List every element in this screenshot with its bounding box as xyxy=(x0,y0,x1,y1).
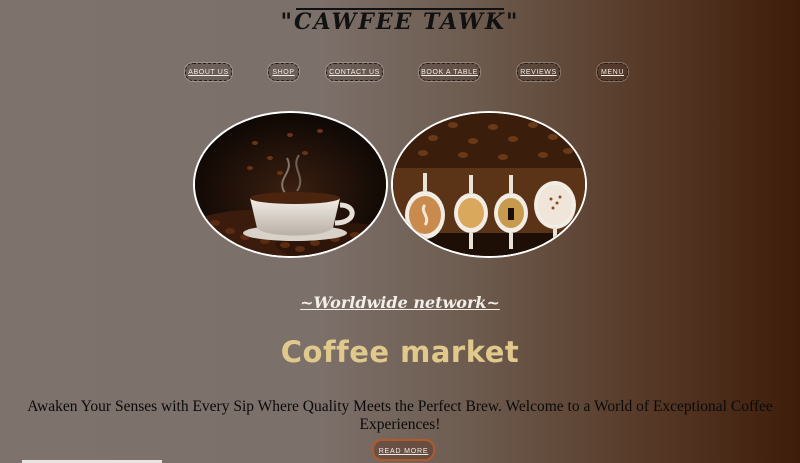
brand-title: "CAWFEE TAWK" xyxy=(280,9,520,35)
hero-tagline: Awaken Your Senses with Every Sip Where … xyxy=(27,398,773,433)
steaming-cup-on-beans-image xyxy=(193,111,388,258)
nav-menu[interactable]: MENU xyxy=(597,63,628,81)
four-coffee-cups-image xyxy=(391,111,587,258)
read-more-button[interactable]: READ MORE xyxy=(372,439,435,461)
hero-subtitle: ~Worldwide network~ xyxy=(300,293,500,312)
main-nav: ABOUT US SHOP CONTACT US BOOK A TABLE RE… xyxy=(0,63,800,83)
nav-book-a-table[interactable]: BOOK A TABLE xyxy=(419,63,480,81)
nav-about-us[interactable]: ABOUT US xyxy=(185,63,232,81)
hero-title: Coffee market xyxy=(280,335,520,369)
nav-reviews[interactable]: REVIEWS xyxy=(517,63,560,81)
nav-shop[interactable]: SHOP xyxy=(268,63,299,81)
nav-contact-us[interactable]: CONTACT US xyxy=(326,63,383,81)
